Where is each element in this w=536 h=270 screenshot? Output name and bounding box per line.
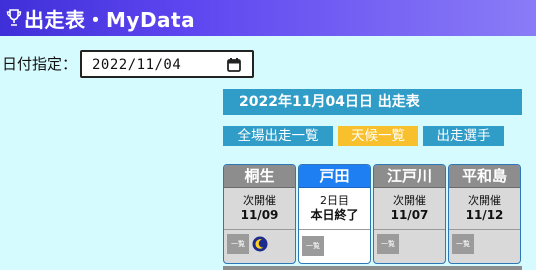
venue-status-line: 次開催 (468, 194, 501, 207)
next-row-edge (223, 266, 522, 270)
venue-icons: 一覧 (449, 230, 520, 262)
venue-name: 平和島 (449, 165, 520, 188)
venue-name: 桐生 (224, 165, 295, 188)
list-button[interactable]: 一覧 (302, 236, 324, 256)
list-button[interactable]: 一覧 (227, 234, 249, 254)
date-label: 日付指定： (2, 55, 78, 73)
list-button[interactable]: 一覧 (452, 234, 474, 254)
page-header: 出走表・MyData (0, 0, 536, 36)
venue-status: 次開催 11/07 (374, 188, 445, 230)
venue-status: 次開催 11/12 (449, 188, 520, 230)
venue-card-edogawa[interactable]: 江戸川 次開催 11/07 一覧 (373, 164, 446, 264)
trophy-icon (6, 9, 22, 26)
venue-next-date: 11/12 (465, 208, 504, 222)
venue-name: 戸田 (299, 165, 370, 188)
venue-status: 次開催 11/09 (224, 188, 295, 230)
venue-next-date: 11/09 (240, 208, 279, 222)
venue-day-line: 2日目 (320, 194, 349, 207)
date-value: 2022/11/04 (92, 57, 182, 73)
venue-next-date: 11/07 (390, 208, 429, 222)
venue-status-line: 次開催 (393, 194, 426, 207)
venue-icons: 一覧 (374, 230, 445, 262)
date-heading: 2022年11月04日日 出走表 (223, 89, 522, 115)
venue-status-line: 次開催 (243, 194, 276, 207)
venue-icons: 一覧 (299, 230, 370, 262)
racers-button[interactable]: 出走選手 (423, 126, 504, 146)
venue-icons: 一覧 (224, 230, 295, 262)
date-input[interactable]: 2022/11/04 (80, 50, 254, 78)
calendar-icon[interactable] (227, 58, 241, 72)
list-button[interactable]: 一覧 (377, 234, 399, 254)
venue-finished-label: 本日終了 (310, 208, 359, 222)
night-race-icon (252, 236, 268, 252)
venue-card-toda[interactable]: 戸田 2日目 本日終了 一覧 (298, 164, 371, 264)
venue-card-heiwajima[interactable]: 平和島 次開催 11/12 一覧 (448, 164, 521, 264)
weather-list-button[interactable]: 天候一覧 (338, 126, 418, 146)
all-venues-button[interactable]: 全場出走一覧 (223, 126, 333, 146)
page-title: 出走表・MyData (24, 8, 196, 32)
venue-name: 江戸川 (374, 165, 445, 188)
venue-card-kiryu[interactable]: 桐生 次開催 11/09 一覧 (223, 164, 296, 264)
venue-status: 2日目 本日終了 (299, 188, 370, 230)
